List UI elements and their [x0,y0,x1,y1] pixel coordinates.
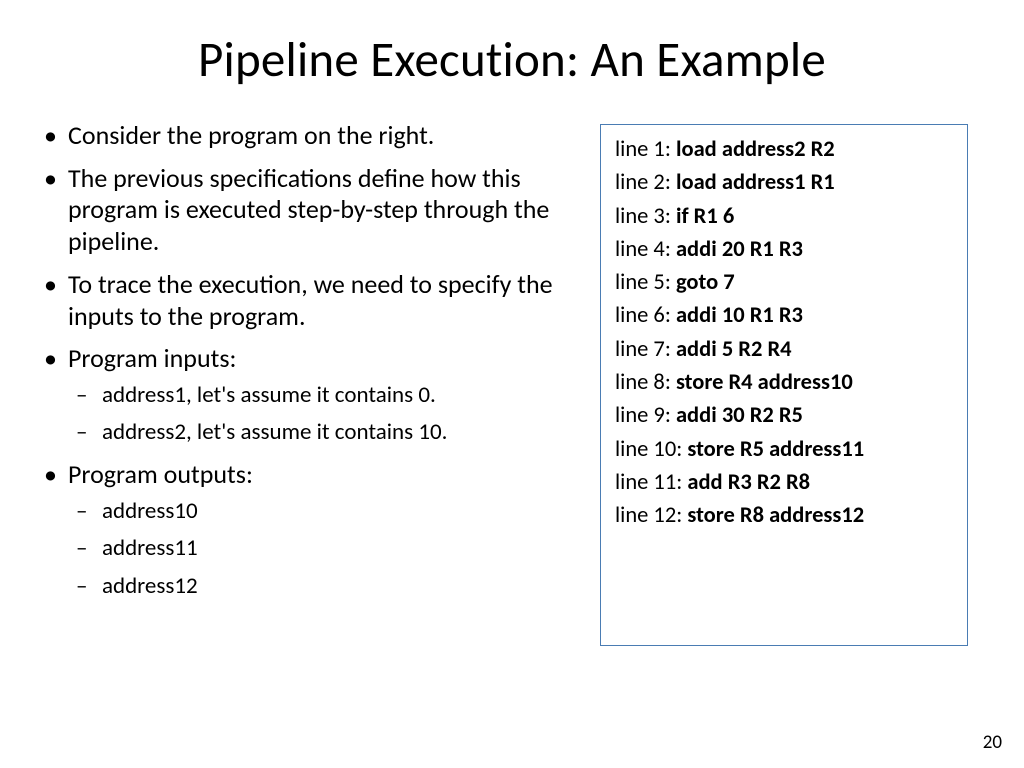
line-code: load address2 R2 [676,136,835,163]
bullet-item: Program inputs: address1, let's assume i… [68,343,580,448]
bullet-column: Consider the program on the right. The p… [40,120,580,646]
line-code: goto 7 [676,269,735,296]
code-line: line 10: store R5 address11 [615,433,955,466]
line-code: store R4 address10 [676,369,853,396]
line-code: load address1 R1 [676,169,835,196]
slide: Pipeline Execution: An Example Consider … [0,0,1024,768]
line-prefix: line 5: [615,269,676,296]
code-line: line 8: store R4 address10 [615,366,955,399]
line-prefix: line 6: [615,302,676,329]
line-prefix: line 1: [615,136,676,163]
code-line: line 2: load address1 R1 [615,166,955,199]
program-listing: line 1: load address2 R2 line 2: load ad… [600,124,968,646]
line-code: addi 5 R2 R4 [676,336,792,363]
code-line: line 7: addi 5 R2 R4 [615,333,955,366]
sub-bullet-item: address12 [102,572,580,601]
code-line: line 4: addi 20 R1 R3 [615,233,955,266]
line-prefix: line 2: [615,169,676,196]
line-prefix: line 3: [615,203,676,230]
bullet-item-label: Program inputs: [68,342,236,374]
line-code: store R8 address12 [687,502,864,529]
bullet-item: To trace the execution, we need to speci… [68,269,580,332]
bullet-item: The previous specifications define how t… [68,163,580,258]
line-code: addi 20 R1 R3 [676,236,803,263]
code-line: line 11: add R3 R2 R8 [615,466,955,499]
line-code: add R3 R2 R8 [687,469,810,496]
line-prefix: line 12: [615,502,687,529]
sub-bullet-item: address10 [102,497,580,526]
code-line: line 5: goto 7 [615,266,955,299]
code-line: line 9: addi 30 R2 R5 [615,399,955,432]
line-prefix: line 11: [615,469,687,496]
slide-title: Pipeline Execution: An Example [0,0,1024,90]
bullet-item: Consider the program on the right. [68,120,580,152]
slide-body: Consider the program on the right. The p… [0,90,1024,646]
code-line: line 6: addi 10 R1 R3 [615,299,955,332]
sub-bullet-list: address1, let's assume it contains 0. ad… [68,381,580,448]
code-column: line 1: load address2 R2 line 2: load ad… [600,120,968,646]
bullet-item: Program outputs: address10 address11 add… [68,459,580,601]
sub-bullet-item: address2, let's assume it contains 10. [102,418,580,447]
line-code: if R1 6 [676,203,734,230]
page-number: 20 [983,731,1002,754]
line-prefix: line 9: [615,402,676,429]
line-prefix: line 7: [615,336,676,363]
bullet-item-label: Program outputs: [68,458,253,490]
line-prefix: line 4: [615,236,676,263]
sub-bullet-item: address11 [102,534,580,563]
line-prefix: line 10: [615,436,687,463]
sub-bullet-item: address1, let's assume it contains 0. [102,381,580,410]
code-line: line 12: store R8 address12 [615,499,955,532]
line-code: addi 30 R2 R5 [676,402,803,429]
code-line: line 1: load address2 R2 [615,133,955,166]
bullet-list: Consider the program on the right. The p… [40,120,580,601]
line-code: addi 10 R1 R3 [676,302,803,329]
code-line: line 3: if R1 6 [615,200,955,233]
sub-bullet-list: address10 address11 address12 [68,497,580,601]
line-prefix: line 8: [615,369,676,396]
line-code: store R5 address11 [687,436,864,463]
